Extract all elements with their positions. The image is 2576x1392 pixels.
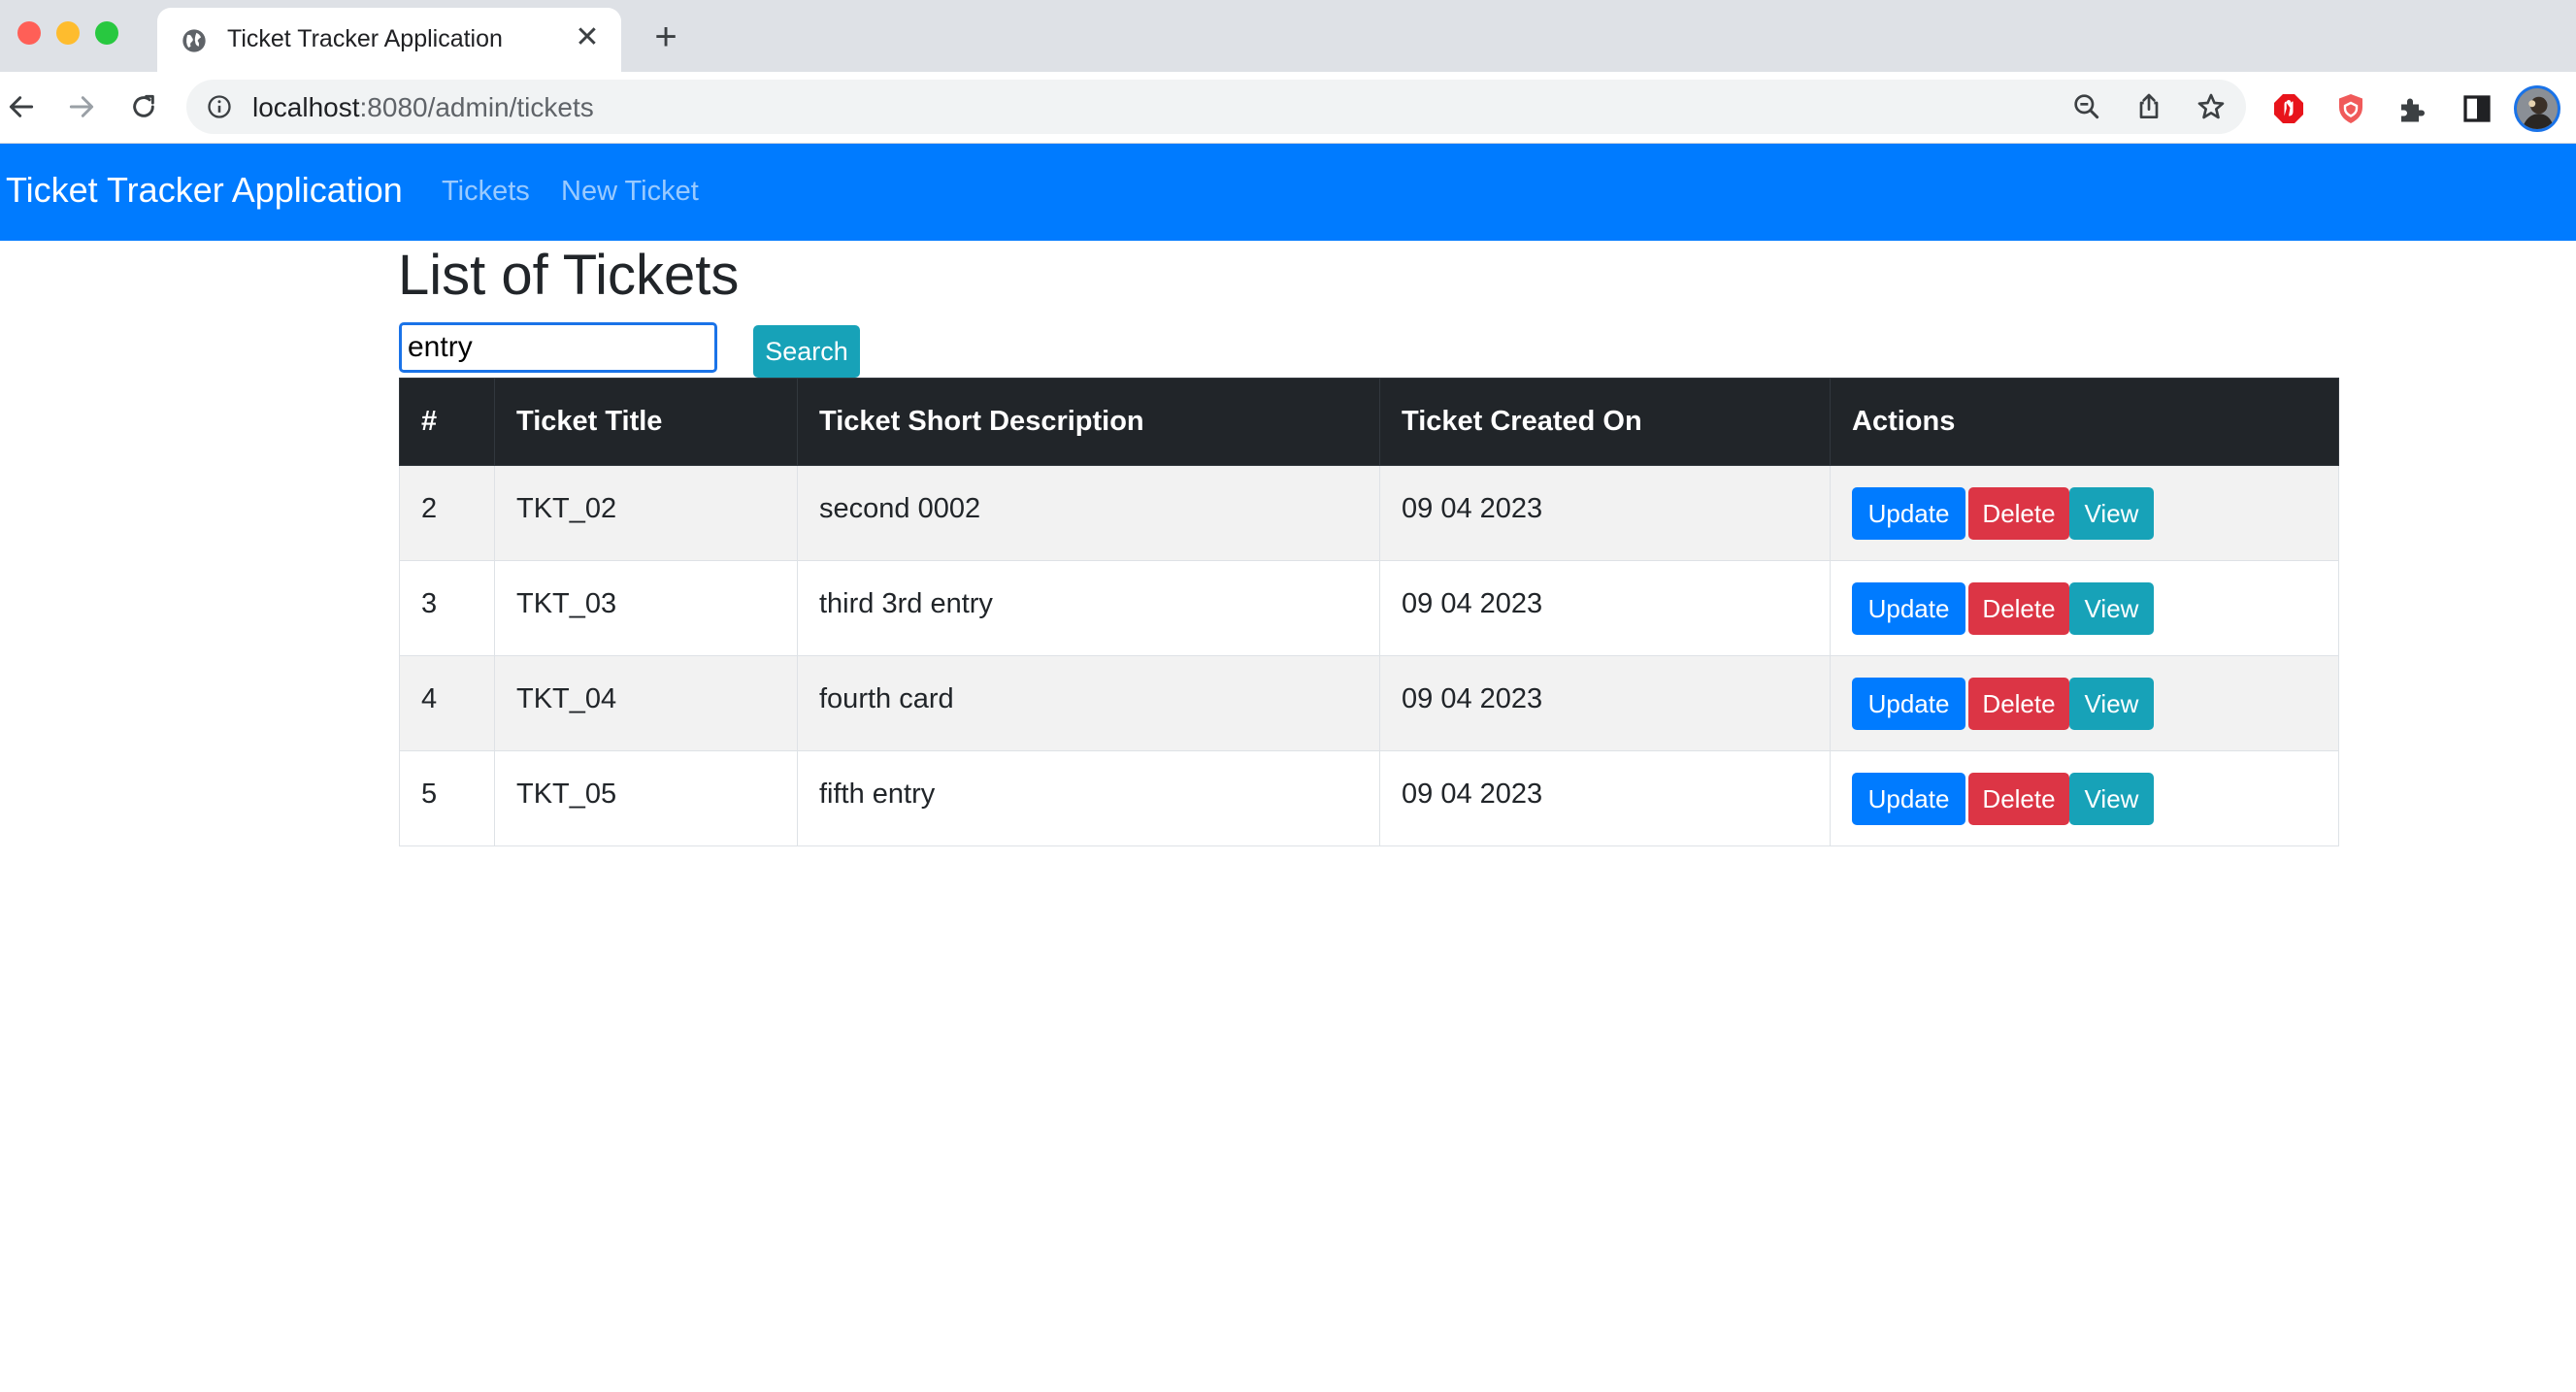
search-input[interactable] xyxy=(399,322,717,373)
back-arrow-icon[interactable] xyxy=(0,85,43,128)
view-button[interactable]: View xyxy=(2069,677,2154,730)
star-icon[interactable] xyxy=(2196,91,2227,122)
cell-actions: Update Delete View xyxy=(1830,560,2339,656)
update-button[interactable]: Update xyxy=(1852,581,1965,635)
info-icon[interactable] xyxy=(206,93,233,120)
table-row: 4 TKT_04 fourth card 09 04 2023 Update De… xyxy=(399,655,2339,751)
nav-link-new-ticket[interactable]: New Ticket xyxy=(561,176,699,208)
cell-description-text: fifth entry xyxy=(819,779,936,810)
zoom-out-icon[interactable] xyxy=(2071,91,2102,122)
table-row: 2 TKT_02 second 0002 09 04 2023 Update De… xyxy=(399,465,2339,561)
delete-button[interactable]: Delete xyxy=(1968,486,2069,540)
cell-actions: Update Delete View xyxy=(1830,465,2339,561)
cell-title: TKT_03 xyxy=(494,560,798,656)
table-header-row: # Ticket Title Ticket Short Description … xyxy=(399,378,2339,466)
cell-title-text: TKT_05 xyxy=(516,779,617,810)
cell-title-text: TKT_04 xyxy=(516,683,617,714)
close-window-button[interactable] xyxy=(17,21,41,45)
delete-button[interactable]: Delete xyxy=(1968,772,2069,825)
reload-icon[interactable] xyxy=(122,85,165,128)
cell-id-text: 3 xyxy=(421,588,438,619)
maximize-window-button[interactable] xyxy=(95,21,118,45)
sidepanel-icon[interactable] xyxy=(2460,91,2494,126)
search-button[interactable]: Search xyxy=(753,325,860,378)
view-button[interactable]: View xyxy=(2069,772,2154,825)
header-created-on: Ticket Created On xyxy=(1379,378,1831,466)
view-button[interactable]: View xyxy=(2069,581,2154,635)
header-actions: Actions xyxy=(1830,378,2339,466)
table-row: 5 TKT_05 fifth entry 09 04 2023 Update De… xyxy=(399,750,2339,846)
table-row: 3 TKT_03 third 3rd entry 09 04 2023 Upda… xyxy=(399,560,2339,656)
cell-id: 2 xyxy=(399,465,495,561)
update-button[interactable]: Update xyxy=(1852,772,1965,825)
app-navbar: Ticket Tracker Application Tickets New T… xyxy=(0,144,2576,241)
update-button[interactable]: Update xyxy=(1852,486,1965,540)
page-title: List of Tickets xyxy=(398,244,740,307)
cell-description: fifth entry xyxy=(797,750,1380,846)
cell-created-on-text: 09 04 2023 xyxy=(1402,588,1543,619)
browser-toolbar: localhost:8080/admin/tickets xyxy=(0,72,2576,144)
header-ticket-title: Ticket Title xyxy=(494,378,798,466)
tab-title: Ticket Tracker Application xyxy=(227,25,503,52)
cell-id: 4 xyxy=(399,655,495,751)
url-text[interactable]: localhost:8080/admin/tickets xyxy=(252,92,594,123)
cell-description-text: third 3rd entry xyxy=(819,588,993,619)
view-button[interactable]: View xyxy=(2069,486,2154,540)
delete-button[interactable]: Delete xyxy=(1968,581,2069,635)
cell-description: second 0002 xyxy=(797,465,1380,561)
cell-title: TKT_04 xyxy=(494,655,798,751)
cell-title: TKT_02 xyxy=(494,465,798,561)
update-button[interactable]: Update xyxy=(1852,677,1965,730)
cell-created-on: 09 04 2023 xyxy=(1379,750,1831,846)
header-short-description: Ticket Short Description xyxy=(797,378,1380,466)
delete-button[interactable]: Delete xyxy=(1968,677,2069,730)
cell-created-on: 09 04 2023 xyxy=(1379,465,1831,561)
url-host: localhost xyxy=(252,92,360,122)
globe-icon xyxy=(182,29,206,52)
cell-description-text: fourth card xyxy=(819,683,954,714)
shield-icon[interactable] xyxy=(2333,91,2368,126)
puzzle-icon[interactable] xyxy=(2395,91,2430,126)
share-icon[interactable] xyxy=(2133,91,2164,122)
cell-id: 5 xyxy=(399,750,495,846)
minimize-window-button[interactable] xyxy=(56,21,80,45)
cell-created-on: 09 04 2023 xyxy=(1379,560,1831,656)
cell-created-on-text: 09 04 2023 xyxy=(1402,779,1543,810)
nav-link-tickets[interactable]: Tickets xyxy=(442,176,530,208)
avatar[interactable] xyxy=(2514,85,2560,132)
cell-created-on: 09 04 2023 xyxy=(1379,655,1831,751)
cell-id: 3 xyxy=(399,560,495,656)
tickets-table: # Ticket Title Ticket Short Description … xyxy=(399,378,2339,846)
url-path: :8080/admin/tickets xyxy=(359,92,594,122)
plus-icon[interactable]: + xyxy=(646,17,685,56)
cell-title: TKT_05 xyxy=(494,750,798,846)
cell-id-text: 5 xyxy=(421,779,438,810)
cell-title-text: TKT_03 xyxy=(516,588,617,619)
cell-description: third 3rd entry xyxy=(797,560,1380,656)
cell-description: fourth card xyxy=(797,655,1380,751)
close-icon[interactable]: ✕ xyxy=(571,21,604,54)
cell-title-text: TKT_02 xyxy=(516,493,617,524)
profile-photo-icon xyxy=(2517,88,2558,129)
cell-description-text: second 0002 xyxy=(819,493,981,524)
cell-created-on-text: 09 04 2023 xyxy=(1402,493,1543,524)
cell-id-text: 2 xyxy=(421,493,438,524)
cell-created-on-text: 09 04 2023 xyxy=(1402,683,1543,714)
cell-id-text: 4 xyxy=(421,683,438,714)
browser-tab[interactable]: Ticket Tracker Application ✕ xyxy=(157,8,621,72)
header-id: # xyxy=(399,378,495,466)
cell-actions: Update Delete View xyxy=(1830,655,2339,751)
adblock-icon[interactable] xyxy=(2271,91,2306,126)
navbar-brand[interactable]: Ticket Tracker Application xyxy=(6,170,403,211)
cell-actions: Update Delete View xyxy=(1830,750,2339,846)
browser-tabstrip: Ticket Tracker Application ✕ + xyxy=(0,0,2576,72)
address-bar[interactable]: localhost:8080/admin/tickets xyxy=(186,80,2246,134)
forward-arrow-icon[interactable] xyxy=(60,85,103,128)
